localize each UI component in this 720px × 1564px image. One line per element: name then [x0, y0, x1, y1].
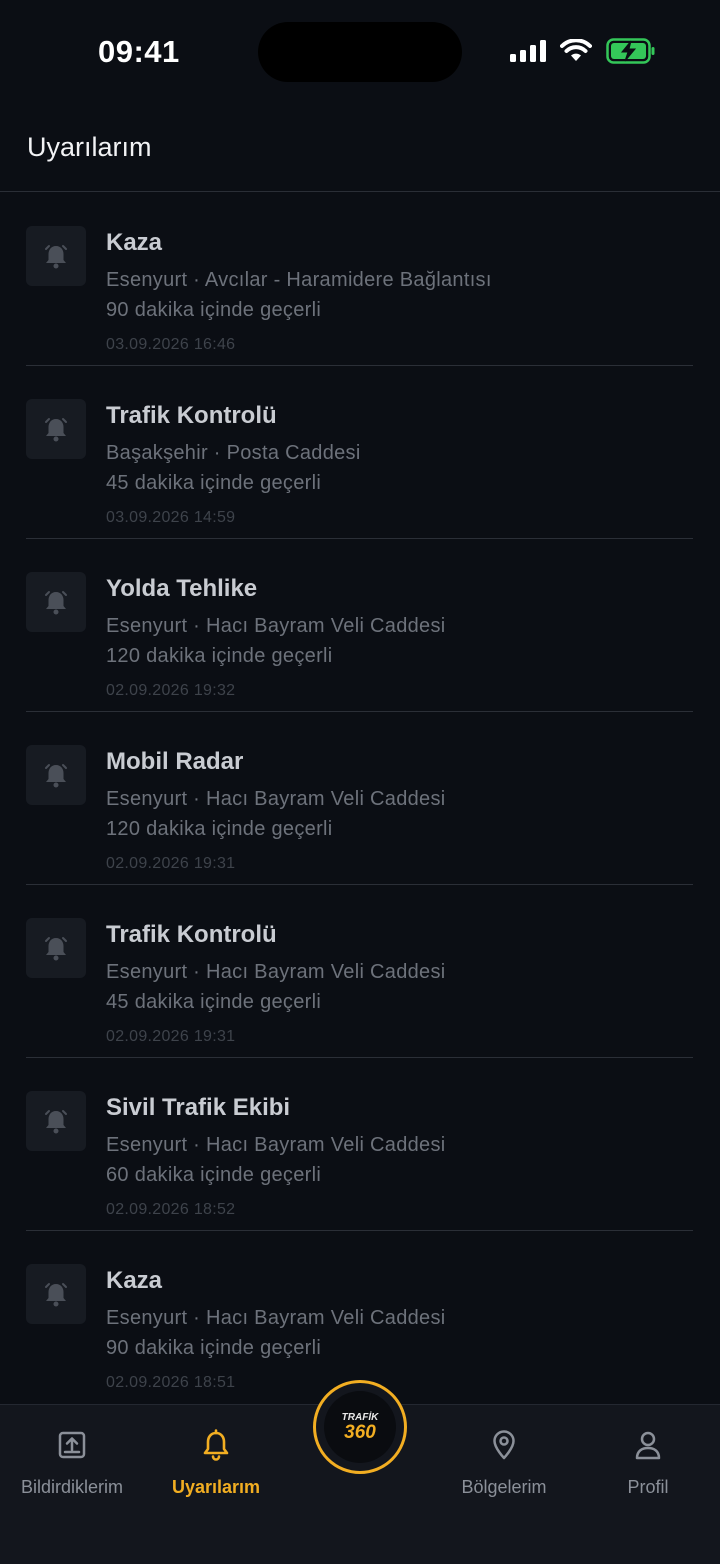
- nav-item-bildirdiklerim[interactable]: Bildirdiklerim: [0, 1427, 144, 1498]
- nav-label: Bildirdiklerim: [20, 1477, 123, 1497]
- alert-title: Kaza: [106, 229, 163, 256]
- nav-label: Bölgelerim: [461, 1477, 547, 1497]
- trafik360-logo: TRAFİK 360: [324, 1391, 396, 1463]
- alert-item[interactable]: Trafik Kontrolü Esenyurt · Hacı Bayram V…: [26, 885, 693, 1058]
- dynamic-island: [258, 22, 462, 82]
- upload-box-icon: [58, 1431, 86, 1459]
- alert-timestamp: 02.09.2026 18:51: [106, 1374, 236, 1391]
- alert-validity: 60 dakika içinde geçerli: [106, 1164, 322, 1186]
- alert-title: Kaza: [106, 1267, 163, 1294]
- alert-validity: 45 dakika içinde geçerli: [106, 991, 322, 1013]
- nav-label: Uyarılarım: [171, 1477, 261, 1497]
- alert-item[interactable]: Mobil Radar Esenyurt · Hacı Bayram Veli …: [26, 712, 693, 885]
- status-time: 09:41: [98, 34, 180, 69]
- alert-location: Esenyurt · Hacı Bayram Veli Caddesi: [106, 615, 446, 637]
- alarm-bell-icon: [26, 918, 86, 978]
- logo-top-text: TRAFİK: [341, 1411, 379, 1423]
- alert-title: Trafik Kontrolü: [106, 921, 277, 948]
- location-pin-icon: [493, 1430, 515, 1460]
- page-title: Uyarılarım: [27, 132, 152, 162]
- alert-validity: 90 dakika içinde geçerli: [106, 1337, 322, 1359]
- user-icon: [635, 1431, 661, 1460]
- alert-validity: 45 dakika içinde geçerli: [106, 472, 322, 494]
- logo-bottom-text: 360: [344, 1421, 376, 1443]
- alarm-bell-icon: [26, 226, 86, 286]
- trafik360-center-button[interactable]: TRAFİK 360: [313, 1380, 407, 1474]
- alert-location: Başakşehir · Posta Caddesi: [106, 442, 361, 464]
- status-icons: [510, 38, 656, 64]
- alarm-bell-icon: [26, 1264, 86, 1324]
- alert-location: Esenyurt · Hacı Bayram Veli Caddesi: [106, 961, 446, 983]
- alert-validity: 90 dakika içinde geçerli: [106, 299, 322, 321]
- alert-timestamp: 03.09.2026 14:59: [106, 509, 236, 526]
- alert-validity: 120 dakika içinde geçerli: [106, 818, 333, 840]
- alert-location: Esenyurt · Avcılar - Haramidere Bağlantı…: [106, 269, 492, 291]
- nav-item-bolgelerim[interactable]: Bölgelerim: [432, 1427, 576, 1498]
- alert-location: Esenyurt · Hacı Bayram Veli Caddesi: [106, 1307, 446, 1329]
- nav-item-uyarilarim[interactable]: Uyarılarım: [144, 1427, 288, 1498]
- bell-icon: [203, 1429, 229, 1461]
- alarm-bell-icon: [26, 572, 86, 632]
- alert-item[interactable]: Yolda Tehlike Esenyurt · Hacı Bayram Vel…: [26, 539, 693, 712]
- cellular-signal-icon: [510, 40, 546, 62]
- nav-item-profil[interactable]: Profil: [576, 1427, 720, 1498]
- alert-timestamp: 02.09.2026 19:32: [106, 682, 236, 699]
- alert-list[interactable]: Kaza Esenyurt · Avcılar - Haramidere Bağ…: [0, 193, 720, 1404]
- alarm-bell-icon: [26, 399, 86, 459]
- nav-label: Profil: [627, 1477, 669, 1497]
- wifi-icon: [560, 39, 592, 61]
- alert-title: Sivil Trafik Ekibi: [106, 1094, 291, 1121]
- status-bar: 09:41: [0, 0, 720, 104]
- alert-title: Trafik Kontrolü: [106, 402, 277, 429]
- screen: 09:41 Uyarılarım Kaza Esenyurt · Avcılar…: [0, 0, 720, 1564]
- alarm-bell-icon: [26, 1091, 86, 1151]
- alert-location: Esenyurt · Hacı Bayram Veli Caddesi: [106, 788, 446, 810]
- alert-item[interactable]: Trafik Kontrolü Başakşehir · Posta Cadde…: [26, 366, 693, 539]
- alert-timestamp: 03.09.2026 16:46: [106, 336, 236, 353]
- alert-title: Mobil Radar: [106, 748, 244, 775]
- alert-item[interactable]: Kaza Esenyurt · Avcılar - Haramidere Bağ…: [26, 193, 693, 366]
- alert-item[interactable]: Sivil Trafik Ekibi Esenyurt · Hacı Bayra…: [26, 1058, 693, 1231]
- alert-item[interactable]: Kaza Esenyurt · Hacı Bayram Veli Caddesi…: [26, 1231, 693, 1404]
- alert-timestamp: 02.09.2026 19:31: [106, 1028, 236, 1045]
- page-header: Uyarılarım: [0, 104, 720, 192]
- alarm-bell-icon: [26, 745, 86, 805]
- battery-charging-icon: [606, 38, 655, 64]
- alert-title: Yolda Tehlike: [106, 575, 258, 602]
- alert-timestamp: 02.09.2026 18:52: [106, 1201, 236, 1218]
- alert-timestamp: 02.09.2026 19:31: [106, 855, 236, 872]
- alert-validity: 120 dakika içinde geçerli: [106, 645, 333, 667]
- alert-location: Esenyurt · Hacı Bayram Veli Caddesi: [106, 1134, 446, 1156]
